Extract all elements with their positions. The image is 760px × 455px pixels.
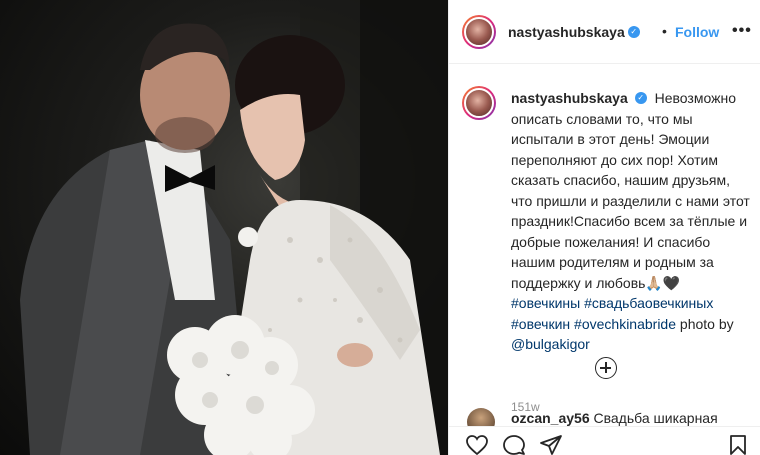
wedding-photo — [20, 0, 448, 455]
plus-circle-icon[interactable] — [595, 357, 617, 379]
author-username[interactable]: nastyashubskaya — [508, 24, 625, 40]
post-header: nastyashubskaya ✓ • Follow ••• — [449, 0, 760, 64]
bookmark-icon[interactable] — [728, 434, 748, 455]
heart-icon[interactable] — [465, 434, 489, 455]
verified-badge-icon: ✓ — [627, 25, 640, 38]
more-options-icon[interactable]: ••• — [732, 22, 752, 40]
photo-credit-label: photo by — [679, 315, 734, 332]
author-avatar[interactable] — [462, 15, 496, 49]
mention-link[interactable]: @bulgakigor — [511, 336, 590, 352]
post-sidebar: nastyashubskaya ✓ • Follow ••• nastyashub… — [448, 0, 760, 455]
post-photo[interactable] — [0, 0, 448, 455]
comment-body: Свадьба шикарная — [593, 410, 718, 426]
author-username-row: nastyashubskaya ✓ — [508, 24, 640, 42]
caption-text: nastyashubskaya ✓ Невозможно описать слов… — [511, 88, 751, 355]
separator-dot: • — [662, 23, 667, 39]
caption-author-avatar[interactable] — [462, 86, 496, 120]
commenter-username[interactable]: ozcan_ay56 — [511, 410, 590, 426]
comment-text-row: ozcan_ay56 Свадьба шикарная — [511, 410, 718, 426]
share-icon[interactable] — [539, 434, 563, 455]
hashtag[interactable]: #ovechkinabride — [574, 316, 676, 332]
comment-icon[interactable] — [502, 434, 526, 455]
verified-badge-icon: ✓ — [634, 92, 647, 105]
follow-button[interactable]: Follow — [675, 24, 719, 40]
caption-username[interactable]: nastyashubskaya — [511, 90, 628, 106]
hashtag[interactable]: #овечкины — [511, 295, 580, 311]
hashtag[interactable]: #овечкин — [511, 316, 570, 332]
caption-body: Невозможно описать словами то, что мы ис… — [511, 90, 750, 291]
action-bar — [449, 426, 760, 455]
hashtag[interactable]: #свадьбаовечкиных — [584, 295, 713, 311]
